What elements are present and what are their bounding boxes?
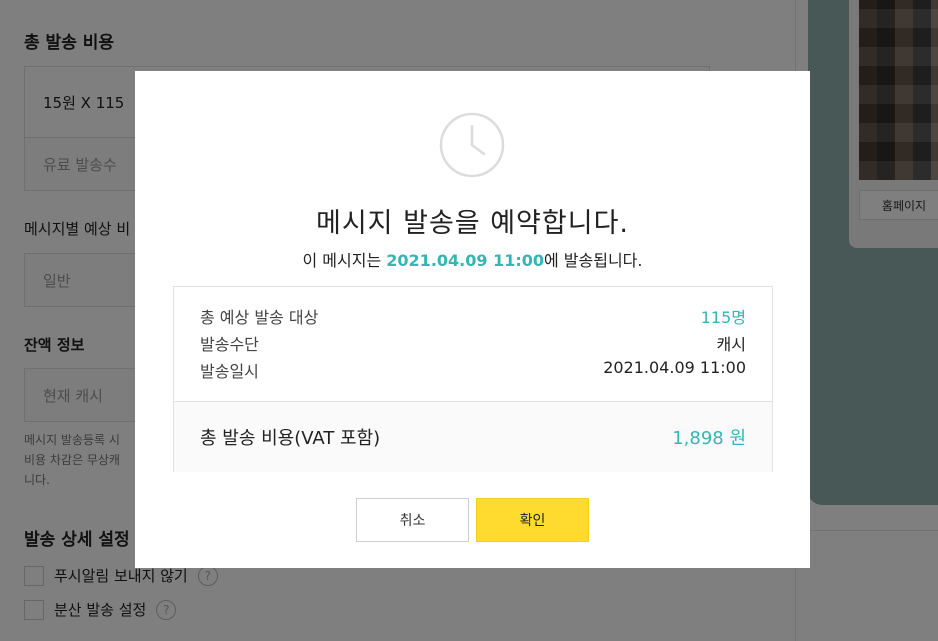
subtitle-suffix: 에 발송됩니다. xyxy=(544,251,643,270)
schedule-confirm-modal: 메시지 발송을 예약합니다. 이 메시지는 2021.04.09 11:00에 … xyxy=(135,71,810,568)
summary-total-row: 총 발송 비용(VAT 포함) 1,898 원 xyxy=(174,401,772,472)
total-cost-value: 1,898 원 xyxy=(672,428,746,449)
summary-label: 총 예상 발송 대상 xyxy=(200,308,319,327)
modal-title: 메시지 발송을 예약합니다. xyxy=(316,208,629,239)
confirm-button[interactable]: 확인 xyxy=(476,498,589,542)
summary-row-method: 발송수단 캐시 xyxy=(200,331,746,355)
cancel-button[interactable]: 취소 xyxy=(356,498,469,542)
subtitle-prefix: 이 메시지는 xyxy=(302,251,387,270)
modal-subtitle: 이 메시지는 2021.04.09 11:00에 발송됩니다. xyxy=(135,247,810,271)
summary-value: 캐시 xyxy=(716,335,746,354)
clock-icon xyxy=(439,112,505,178)
summary-value: 115명 xyxy=(700,308,746,327)
summary-row-datetime: 발송일시 2021.04.09 11:00 xyxy=(200,358,746,382)
summary-row-target: 총 예상 발송 대상 115명 xyxy=(200,304,746,328)
summary-label: 발송수단 xyxy=(200,335,259,354)
summary-value: 2021.04.09 11:00 xyxy=(603,358,746,377)
summary-label: 발송일시 xyxy=(200,362,259,381)
total-cost-label: 총 발송 비용(VAT 포함) xyxy=(200,428,381,449)
subtitle-datetime: 2021.04.09 11:00 xyxy=(386,251,544,270)
summary-box: 총 예상 발송 대상 115명 발송수단 캐시 발송일시 2021.04.09 … xyxy=(173,286,773,472)
